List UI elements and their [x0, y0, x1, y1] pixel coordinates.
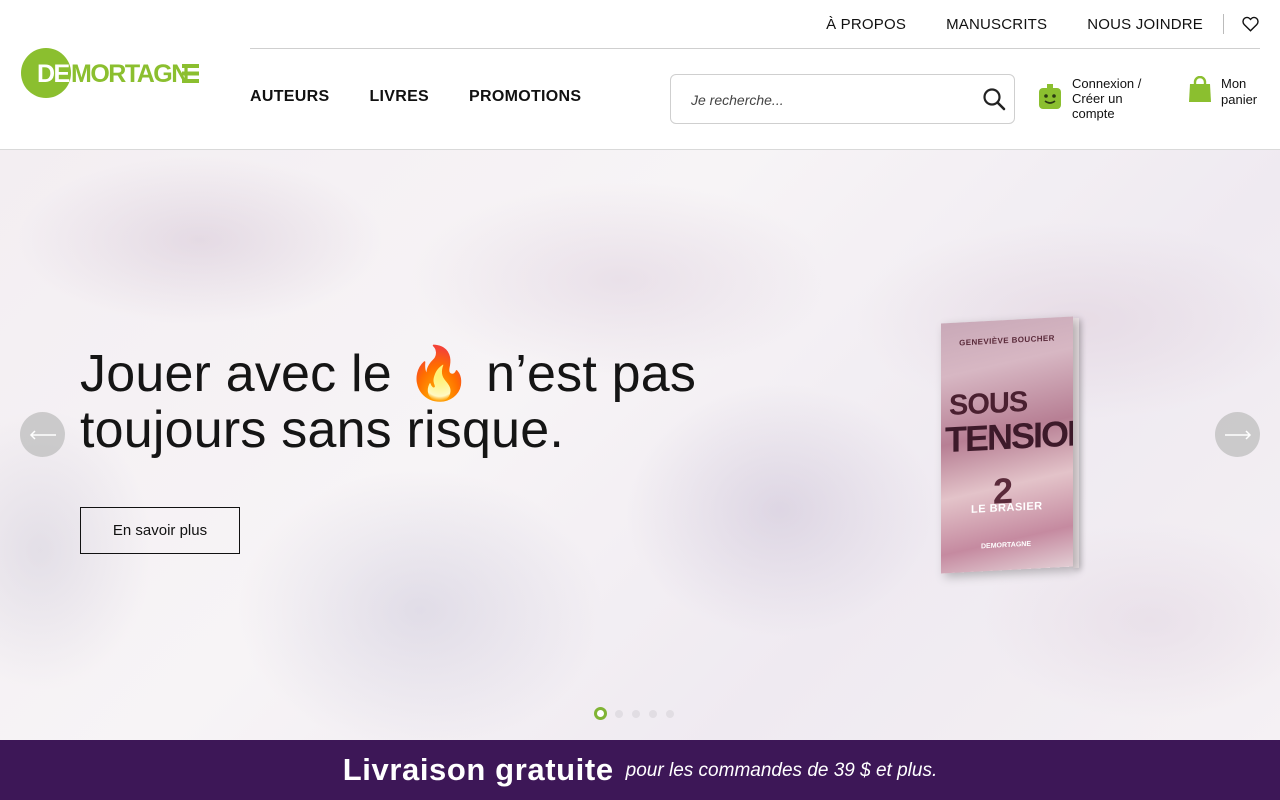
- nav-promotions-link[interactable]: PROMOTIONS: [469, 88, 581, 106]
- slider-dot-5[interactable]: [666, 709, 674, 718]
- slider-next-arrow-icon[interactable]: [1215, 412, 1260, 457]
- book-cover-front: GENEVIÈVE BOUCHER SOUS TENSION 2 LE BRAS…: [941, 316, 1073, 574]
- main-navigation: AUTEURS LIVRES PROMOTIONS: [250, 88, 621, 106]
- svg-text:MORTAGN: MORTAGN: [71, 60, 188, 88]
- divider: [1223, 14, 1224, 34]
- search-icon[interactable]: [982, 87, 1006, 111]
- book-author: GENEVIÈVE BOUCHER: [959, 333, 1055, 348]
- headline-part-1: Jouer avec le: [80, 345, 392, 403]
- learn-more-button[interactable]: En savoir plus: [80, 507, 240, 554]
- free-shipping-banner: Livraison gratuite pour les commandes de…: [0, 740, 1280, 800]
- logo[interactable]: DE MORTAGN: [20, 47, 202, 99]
- slider-dot-1[interactable]: [594, 707, 607, 720]
- svg-text:DE: DE: [37, 60, 70, 88]
- account-label: Connexion / Créer un compte: [1072, 76, 1162, 121]
- search-box: [670, 74, 1015, 124]
- account-login-link[interactable]: Connexion / Créer un compte: [1038, 76, 1162, 121]
- fire-emoji-icon: 🔥: [406, 345, 472, 403]
- topnav-manuscripts-link[interactable]: MANUSCRITS: [946, 16, 1047, 33]
- book-publisher-logo: DEMORTAGNE: [981, 540, 1032, 551]
- shopping-bag-icon: [1188, 75, 1212, 104]
- slider-dot-3[interactable]: [632, 709, 640, 718]
- top-navigation: À PROPOS MANUSCRITS NOUS JOINDRE: [786, 12, 1260, 36]
- nav-books-link[interactable]: LIVRES: [369, 88, 429, 106]
- slider-pagination: [594, 707, 683, 720]
- site-header: DE MORTAGN À PROPOS MANUSCRITS NOUS JOIN…: [0, 0, 1280, 150]
- book-subtitle: LE BRASIER: [971, 500, 1043, 516]
- cart-line-1: Mon: [1221, 76, 1247, 91]
- book-spine: [1073, 317, 1079, 569]
- user-robot-icon: [1038, 84, 1062, 112]
- slider-prev-arrow-icon[interactable]: [20, 412, 65, 457]
- topnav-about-link[interactable]: À PROPOS: [826, 16, 906, 33]
- cart-link[interactable]: Mon panier: [1188, 75, 1266, 108]
- cart-label: Mon panier: [1221, 76, 1266, 108]
- search-input[interactable]: [691, 89, 971, 111]
- nav-authors-link[interactable]: AUTEURS: [250, 88, 329, 106]
- cart-line-2: panier: [1221, 92, 1258, 107]
- book-cover[interactable]: GENEVIÈVE BOUCHER SOUS TENSION 2 LE BRAS…: [941, 316, 1079, 574]
- slider-dot-2[interactable]: [615, 709, 623, 718]
- header-divider: [250, 48, 1260, 49]
- banner-subtitle: pour les commandes de 39 $ et plus.: [625, 760, 938, 781]
- topnav-contact-link[interactable]: NOUS JOINDRE: [1087, 16, 1203, 33]
- account-line-1: Connexion /: [1072, 76, 1142, 91]
- wishlist-heart-icon[interactable]: [1242, 15, 1260, 33]
- hero-slider: Jouer avec le 🔥 n’est pas toujours sans …: [0, 150, 1280, 740]
- slider-dot-4[interactable]: [649, 709, 657, 718]
- banner-title: Livraison gratuite: [342, 752, 614, 787]
- book-title-line-2: TENSION: [945, 411, 1073, 461]
- account-line-3: compte: [1072, 106, 1115, 121]
- account-line-2: Créer un: [1072, 91, 1123, 106]
- hero-headline: Jouer avec le 🔥 n’est pas toujours sans …: [80, 346, 720, 458]
